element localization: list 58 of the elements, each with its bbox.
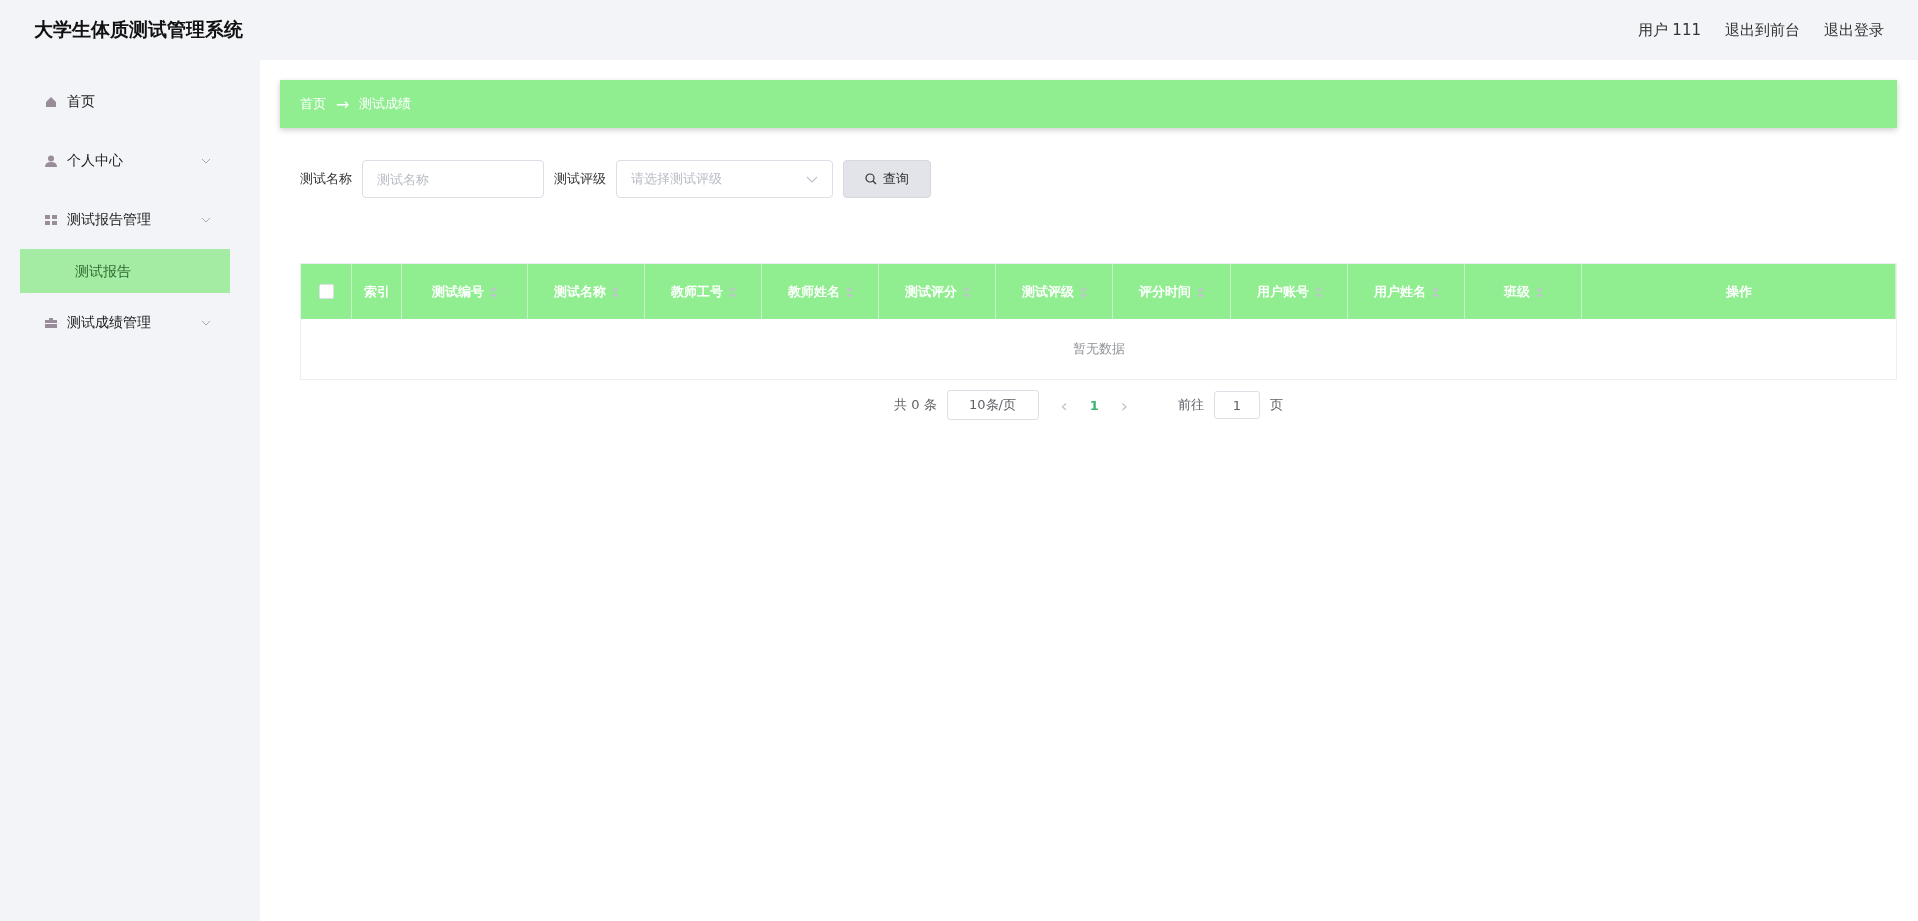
select-field[interactable]: 请选择测试评级 bbox=[616, 160, 833, 198]
menu-item[interactable]: 首页 bbox=[0, 72, 229, 131]
column-header[interactable]: 测试评级 bbox=[1021, 282, 1087, 301]
menu-item[interactable]: 测试报告管理 bbox=[0, 190, 229, 249]
field-label: 测试名称 bbox=[300, 170, 352, 188]
column-header[interactable]: 测试名称 bbox=[553, 282, 619, 301]
submenu-item[interactable]: 测试报告 bbox=[20, 249, 230, 293]
home-icon bbox=[45, 95, 57, 108]
briefcase-icon bbox=[45, 316, 57, 329]
page-input[interactable]: 1 bbox=[1214, 391, 1260, 419]
user-name: 用户 111 bbox=[1637, 20, 1701, 40]
sort-icon bbox=[1314, 286, 1322, 298]
input-field[interactable]: 测试名称 bbox=[362, 160, 544, 198]
column-header[interactable]: 用户姓名 bbox=[1373, 282, 1439, 301]
search-icon bbox=[865, 173, 877, 185]
page-number[interactable]: 1 bbox=[1089, 397, 1099, 413]
sort-icon bbox=[1431, 286, 1439, 298]
sort-icon bbox=[728, 286, 736, 298]
column-header: 操作 bbox=[1725, 282, 1752, 301]
total-count: 共 0 条 bbox=[894, 396, 937, 414]
sort-icon bbox=[962, 286, 970, 298]
empty-message: 暂无数据 bbox=[1072, 340, 1125, 358]
app-title: 大学生体质测试管理系统 bbox=[34, 17, 243, 42]
chevron-icon bbox=[201, 216, 211, 223]
column-header[interactable]: 班级 bbox=[1503, 282, 1543, 301]
sort-icon bbox=[845, 286, 853, 298]
sort-icon bbox=[1079, 286, 1087, 298]
sort-icon bbox=[1535, 286, 1543, 298]
column-header[interactable]: 用户账号 bbox=[1256, 282, 1322, 301]
page-size-select[interactable]: 10条/页 bbox=[946, 390, 1039, 420]
header-link[interactable]: 退出登录 bbox=[1824, 20, 1884, 40]
column-header: 索引 bbox=[363, 282, 390, 301]
search-button[interactable]: 查询 bbox=[843, 160, 931, 198]
column-header[interactable]: 测试评分 bbox=[904, 282, 970, 301]
column-header[interactable]: 教师姓名 bbox=[787, 282, 853, 301]
column-header[interactable]: 评分时间 bbox=[1139, 282, 1204, 301]
next-page-button[interactable]: › bbox=[1108, 394, 1140, 416]
goto-label: 前往 bbox=[1178, 396, 1204, 414]
header-link[interactable]: 退出到前台 bbox=[1725, 20, 1800, 40]
column-header[interactable]: 测试编号 bbox=[432, 282, 497, 301]
person-icon bbox=[45, 154, 57, 167]
breadcrumb-link[interactable]: 测试成绩 bbox=[359, 95, 412, 113]
sort-icon bbox=[1197, 286, 1204, 298]
column-header[interactable]: 教师工号 bbox=[670, 282, 736, 301]
chevron-icon bbox=[201, 157, 211, 164]
page-suffix: 页 bbox=[1270, 396, 1283, 414]
menu-item[interactable]: 个人中心 bbox=[0, 131, 229, 190]
sort-icon bbox=[490, 286, 497, 298]
chevron-icon bbox=[201, 319, 211, 326]
field-label: 测试评级 bbox=[554, 170, 606, 188]
menu-item[interactable]: 测试成绩管理 bbox=[0, 293, 229, 352]
chevron-icon bbox=[806, 175, 818, 183]
breadcrumb-separator: → bbox=[336, 94, 350, 114]
grid-icon bbox=[45, 213, 57, 226]
checkbox[interactable] bbox=[318, 284, 334, 299]
breadcrumb-link[interactable]: 首页 bbox=[300, 95, 326, 113]
prev-page-button[interactable]: ‹ bbox=[1048, 394, 1080, 416]
sort-icon bbox=[611, 286, 619, 298]
